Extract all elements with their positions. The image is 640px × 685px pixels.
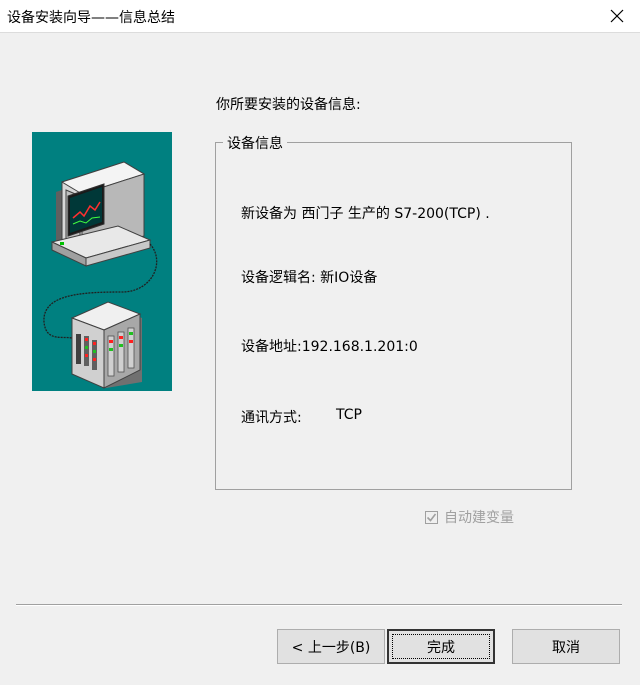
focus-rect [392, 634, 490, 659]
checkmark-icon [426, 513, 437, 522]
close-icon [610, 9, 624, 23]
device-info-group [215, 142, 572, 490]
auto-create-var-checkbox[interactable]: 自动建变量 [425, 507, 514, 527]
comm-mode-label: 通讯方式: [241, 410, 302, 426]
footer-divider [16, 604, 622, 606]
finish-button[interactable]: 完成 [387, 629, 495, 664]
cancel-button[interactable]: 取消 [512, 629, 620, 664]
logical-name-text: 设备逻辑名: 新IO设备 [241, 270, 378, 286]
auto-create-var-label: 自动建变量 [444, 510, 514, 526]
back-button[interactable]: < 上一步(B) [277, 629, 385, 664]
comm-mode-value: TCP [336, 407, 362, 423]
checkbox-box[interactable] [425, 510, 438, 524]
plc-device-icon [70, 301, 142, 389]
page-heading: 你所要安装的设备信息: [216, 97, 361, 113]
computer-monitor-icon [50, 161, 152, 267]
window-title: 设备安装向导——信息总结 [7, 10, 175, 26]
device-info-legend: 设备信息 [223, 133, 287, 153]
title-bar: 设备安装向导——信息总结 [0, 0, 640, 33]
close-button[interactable] [594, 0, 640, 32]
wizard-illustration [32, 132, 172, 391]
device-address-text: 设备地址:192.168.1.201:0 [241, 339, 418, 355]
new-device-text: 新设备为 西门子 生产的 S7-200(TCP) . [241, 206, 490, 222]
